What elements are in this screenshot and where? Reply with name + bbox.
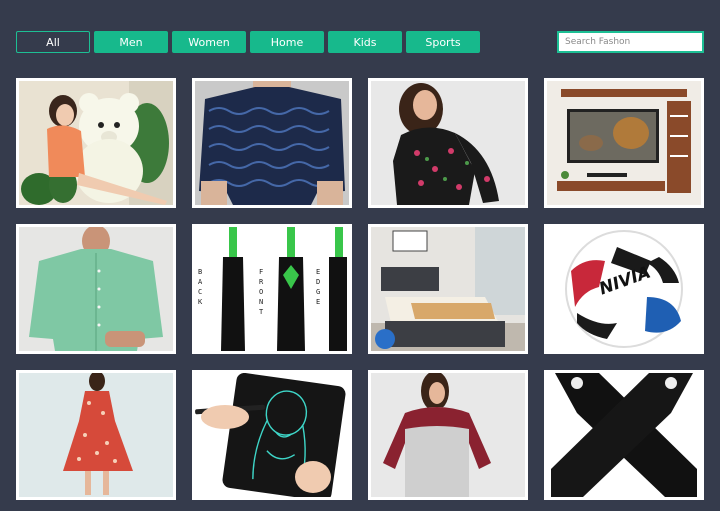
- filter-all-button[interactable]: All: [16, 31, 90, 53]
- tv-wall-unit-photo: [547, 81, 701, 205]
- patterned-mens-shirt-photo: [195, 81, 349, 205]
- product-card-tshirt[interactable]: [368, 370, 528, 500]
- floral-womens-top-photo: [371, 81, 525, 205]
- mint-green-mens-shirt-photo: [19, 227, 173, 351]
- product-card-floral-dress[interactable]: [16, 370, 176, 500]
- product-card-arm-sleeves[interactable]: [544, 370, 704, 500]
- bat-label-edge: EDGE: [316, 268, 321, 306]
- arm-sleeves-photo: [547, 373, 701, 497]
- bat-label-front: FRONT: [259, 268, 264, 316]
- floral-dress-photo: [19, 373, 173, 497]
- teddy-bear-with-girl-photo: [19, 81, 173, 205]
- bed-with-storage-photo: [371, 227, 525, 351]
- product-card-cricket-bat[interactable]: BACK FRONT EDGE: [192, 224, 352, 354]
- filter-sports-button[interactable]: Sports: [406, 31, 480, 53]
- search-input[interactable]: [557, 31, 704, 53]
- raglan-tshirt-photo: [371, 373, 525, 497]
- filter-women-button[interactable]: Women: [172, 31, 246, 53]
- product-card-green-shirt[interactable]: [16, 224, 176, 354]
- product-card-teddy-bear[interactable]: [16, 78, 176, 208]
- drawing-tablet-photo: [195, 373, 349, 497]
- filter-men-button[interactable]: Men: [94, 31, 168, 53]
- filter-kids-button[interactable]: Kids: [328, 31, 402, 53]
- filter-home-button[interactable]: Home: [250, 31, 324, 53]
- product-card-floral-top[interactable]: [368, 78, 528, 208]
- product-card-tv-unit[interactable]: [544, 78, 704, 208]
- football-photo: NIVIA: [547, 227, 701, 351]
- product-card-football[interactable]: NIVIA: [544, 224, 704, 354]
- product-card-bed[interactable]: [368, 224, 528, 354]
- category-filter-bar: All Men Women Home Kids Sports: [16, 31, 484, 53]
- cricket-bat-photo: BACK FRONT EDGE: [195, 227, 349, 351]
- product-card-mens-shirt[interactable]: [192, 78, 352, 208]
- product-card-drawing-tablet[interactable]: [192, 370, 352, 500]
- bat-label-back: BACK: [198, 268, 203, 306]
